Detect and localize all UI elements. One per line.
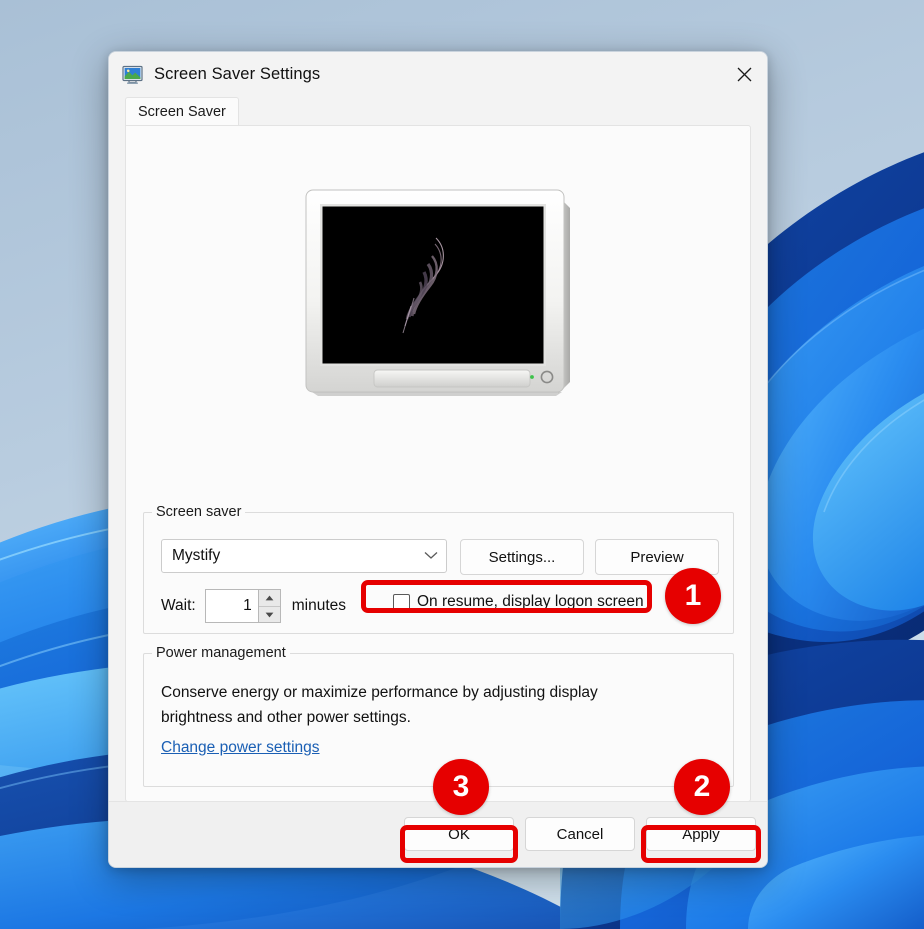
screen-saver-settings-dialog: Screen Saver Settings Screen Saver bbox=[108, 51, 768, 868]
apply-button-label: Apply bbox=[682, 826, 720, 843]
resume-logon-checkbox-label: On resume, display logon screen bbox=[417, 593, 644, 611]
dialog-footer: OK Cancel Apply bbox=[109, 801, 768, 867]
annotation-badge-1: 1 bbox=[665, 568, 721, 624]
window-title: Screen Saver Settings bbox=[154, 66, 320, 83]
chevron-down-icon bbox=[424, 547, 438, 565]
preview-button-label: Preview bbox=[630, 549, 683, 566]
cancel-button[interactable]: Cancel bbox=[525, 817, 635, 851]
tab-screen-saver[interactable]: Screen Saver bbox=[125, 97, 239, 125]
stepper-buttons bbox=[258, 590, 280, 622]
wait-minutes-stepper[interactable]: 1 bbox=[205, 589, 281, 623]
minutes-label: minutes bbox=[292, 597, 346, 615]
ok-button-label: OK bbox=[448, 826, 470, 843]
screen-saver-select[interactable]: Mystify bbox=[161, 539, 447, 573]
desktop: Screen Saver Settings Screen Saver bbox=[0, 0, 924, 929]
annotation-badge-3: 3 bbox=[433, 759, 489, 815]
apply-button[interactable]: Apply bbox=[646, 817, 756, 851]
tab-strip: Screen Saver bbox=[109, 97, 767, 125]
resume-logon-checkbox[interactable]: On resume, display logon screen bbox=[393, 593, 644, 611]
ok-button[interactable]: OK bbox=[404, 817, 514, 851]
change-power-settings-link[interactable]: Change power settings bbox=[161, 739, 320, 757]
cancel-button-label: Cancel bbox=[557, 826, 604, 843]
stepper-down-icon[interactable] bbox=[259, 606, 280, 622]
title-bar: Screen Saver Settings bbox=[109, 52, 767, 97]
settings-button[interactable]: Settings... bbox=[460, 539, 584, 575]
stepper-up-icon[interactable] bbox=[259, 590, 280, 606]
annotation-badge-2: 2 bbox=[674, 759, 730, 815]
screen-saver-group: Screen saver Mystify Settings... Preview bbox=[143, 512, 734, 634]
power-management-group-title: Power management bbox=[152, 645, 290, 661]
preview-area bbox=[126, 186, 750, 408]
wait-row: Wait: 1 minutes bbox=[161, 589, 346, 623]
tab-panel-screen-saver: Screen saver Mystify Settings... Preview bbox=[125, 125, 751, 802]
annotation-badge-2-number: 2 bbox=[694, 770, 711, 804]
screen-saver-group-title: Screen saver bbox=[152, 504, 245, 520]
tab-screen-saver-label: Screen Saver bbox=[138, 104, 226, 120]
wait-label: Wait: bbox=[161, 597, 196, 615]
annotation-badge-3-number: 3 bbox=[453, 770, 470, 804]
settings-button-label: Settings... bbox=[489, 549, 556, 566]
wait-minutes-input[interactable]: 1 bbox=[206, 590, 258, 622]
screen-saver-preview-monitor bbox=[304, 186, 572, 408]
checkbox-icon[interactable] bbox=[393, 594, 410, 611]
close-icon[interactable] bbox=[721, 52, 767, 97]
power-management-description: Conserve energy or maximize performance … bbox=[161, 680, 631, 730]
screen-saver-select-value: Mystify bbox=[172, 547, 424, 565]
power-management-group: Power management Conserve energy or maxi… bbox=[143, 653, 734, 787]
monitor-screensaver-icon bbox=[122, 65, 144, 85]
annotation-badge-1-number: 1 bbox=[685, 579, 702, 613]
